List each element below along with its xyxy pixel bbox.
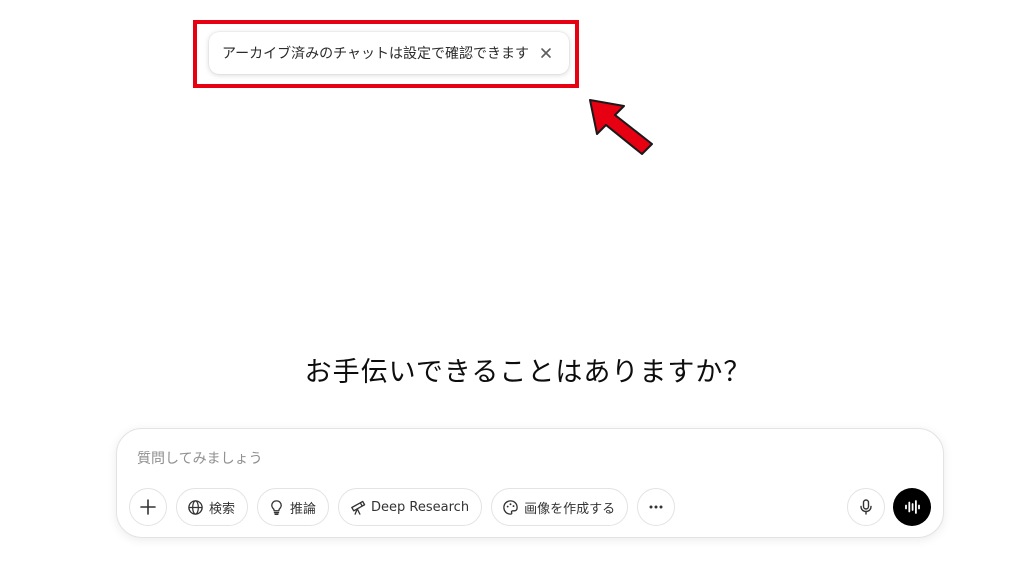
composer: 検索 推論 Deep Research (116, 428, 944, 538)
arrow-icon (589, 99, 653, 155)
deep-research-button[interactable]: Deep Research (338, 488, 483, 526)
deep-research-button-label: Deep Research (371, 499, 470, 515)
ellipsis-icon (649, 505, 663, 509)
reason-button[interactable]: 推論 (257, 488, 330, 526)
create-image-button-label: 画像を作成する (524, 501, 616, 517)
voice-mode-button[interactable] (893, 488, 931, 526)
plus-icon (140, 499, 156, 515)
voice-waveform-icon (905, 500, 920, 514)
reason-button-label: 推論 (290, 501, 317, 517)
telescope-icon (351, 500, 366, 515)
more-tools-button[interactable] (637, 488, 676, 526)
highlight-box (193, 20, 579, 88)
prompt-input[interactable] (137, 447, 837, 471)
create-image-button[interactable]: 画像を作成する (491, 488, 629, 526)
palette-icon (503, 499, 518, 515)
composer-toolbar: 検索 推論 Deep Research 画像を作成する (129, 488, 676, 526)
composer-right-controls (847, 488, 931, 526)
microphone-icon (860, 499, 872, 515)
dictate-button[interactable] (847, 488, 885, 526)
search-button-label: 検索 (209, 501, 236, 517)
chat-page: アーカイブ済みのチャットは設定で確認できます お手伝いできることはありますか？ (0, 0, 1024, 576)
search-button[interactable]: 検索 (176, 488, 249, 526)
globe-icon (188, 499, 203, 515)
lightbulb-icon (271, 499, 282, 515)
add-button[interactable] (129, 488, 167, 526)
page-title: お手伝いできることはありますか？ (304, 357, 752, 388)
